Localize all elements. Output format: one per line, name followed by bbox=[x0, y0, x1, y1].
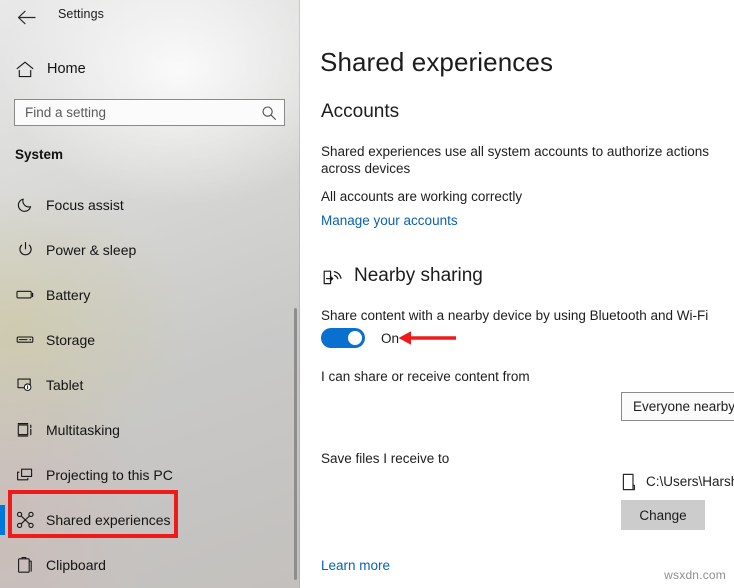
settings-sidebar: Settings Home System bbox=[0, 0, 300, 588]
watermark: wsxdn.com bbox=[664, 568, 726, 582]
moon-icon bbox=[12, 196, 38, 213]
window-titlebar: Settings bbox=[0, 0, 300, 32]
clipboard-icon bbox=[12, 556, 38, 574]
sidebar-item-label: Tablet bbox=[46, 377, 83, 393]
sidebar-item-multitasking[interactable]: Multitasking bbox=[0, 407, 290, 452]
sidebar-item-label: Shared experiences bbox=[46, 512, 171, 528]
save-files-label: Save files I receive to bbox=[321, 450, 449, 467]
multitasking-icon bbox=[12, 422, 38, 438]
sidebar-item-label: Battery bbox=[46, 287, 90, 303]
shared-experiences-icon bbox=[12, 511, 38, 529]
accounts-status-text: All accounts are working correctly bbox=[321, 188, 522, 205]
save-path-row: C:\Users\Harsh\Downloads bbox=[621, 472, 734, 491]
change-button[interactable]: Change bbox=[621, 500, 705, 530]
accounts-description: Shared experiences use all system accoun… bbox=[321, 143, 731, 177]
main-content: Shared experiences Accounts Shared exper… bbox=[300, 0, 734, 588]
power-icon bbox=[12, 241, 38, 258]
sidebar-item-storage[interactable]: Storage bbox=[0, 317, 290, 362]
projecting-icon bbox=[12, 467, 38, 483]
battery-icon bbox=[12, 288, 38, 301]
learn-more-link[interactable]: Learn more bbox=[321, 558, 390, 573]
storage-icon bbox=[12, 333, 38, 346]
sidebar-item-home[interactable]: Home bbox=[0, 52, 290, 86]
share-from-label: I can share or receive content from bbox=[321, 368, 530, 385]
toggle-knob bbox=[348, 331, 362, 345]
sidebar-item-label: Focus assist bbox=[46, 197, 124, 213]
nearby-share-icon bbox=[320, 264, 346, 288]
sidebar-item-label: Projecting to this PC bbox=[46, 467, 173, 483]
back-arrow-icon[interactable] bbox=[14, 6, 38, 28]
nearby-sharing-toggle[interactable] bbox=[321, 328, 365, 348]
sidebar-item-label: Storage bbox=[46, 332, 95, 348]
sidebar-group-title: System bbox=[15, 147, 63, 162]
sidebar-item-label: Clipboard bbox=[46, 557, 106, 573]
sidebar-item-home-label: Home bbox=[47, 61, 86, 77]
search-icon[interactable] bbox=[256, 100, 282, 126]
selection-indicator bbox=[0, 505, 5, 535]
sidebar-item-shared-experiences[interactable]: Shared experiences bbox=[0, 497, 290, 542]
nearby-sharing-toggle-state: On bbox=[381, 331, 399, 346]
nearby-sharing-description: Share content with a nearby device by us… bbox=[321, 307, 708, 324]
accounts-heading: Accounts bbox=[321, 101, 399, 123]
sidebar-item-label: Power & sleep bbox=[46, 242, 136, 258]
nearby-sharing-toggle-row: On bbox=[321, 328, 399, 348]
share-from-dropdown[interactable]: Everyone nearby bbox=[621, 392, 734, 421]
save-path-value: C:\Users\Harsh\Downloads bbox=[646, 474, 734, 489]
nearby-sharing-title: Nearby sharing bbox=[354, 265, 483, 287]
sidebar-item-power-and-sleep[interactable]: Power & sleep bbox=[0, 227, 290, 272]
sidebar-item-clipboard[interactable]: Clipboard bbox=[0, 542, 290, 587]
tablet-icon bbox=[12, 376, 38, 393]
sidebar-item-label: Multitasking bbox=[46, 422, 120, 438]
search-box[interactable] bbox=[14, 99, 285, 126]
window-title: Settings bbox=[58, 7, 104, 21]
nearby-sharing-heading-row: Nearby sharing bbox=[320, 264, 483, 288]
page-title: Shared experiences bbox=[320, 47, 553, 78]
home-icon bbox=[13, 58, 37, 80]
sidebar-item-battery[interactable]: Battery bbox=[0, 272, 290, 317]
share-from-selected-value: Everyone nearby bbox=[633, 399, 734, 414]
manage-your-accounts-link[interactable]: Manage your accounts bbox=[321, 213, 458, 228]
sidebar-item-tablet[interactable]: Tablet bbox=[0, 362, 290, 407]
sidebar-item-focus-assist[interactable]: Focus assist bbox=[0, 182, 290, 227]
sidebar-nav-list: Focus assist Power & sleep bbox=[0, 182, 290, 587]
folder-icon bbox=[621, 472, 637, 491]
sidebar-scrollbar[interactable] bbox=[294, 308, 297, 580]
sidebar-item-projecting-to-this-pc[interactable]: Projecting to this PC bbox=[0, 452, 290, 497]
search-input[interactable] bbox=[15, 104, 256, 121]
